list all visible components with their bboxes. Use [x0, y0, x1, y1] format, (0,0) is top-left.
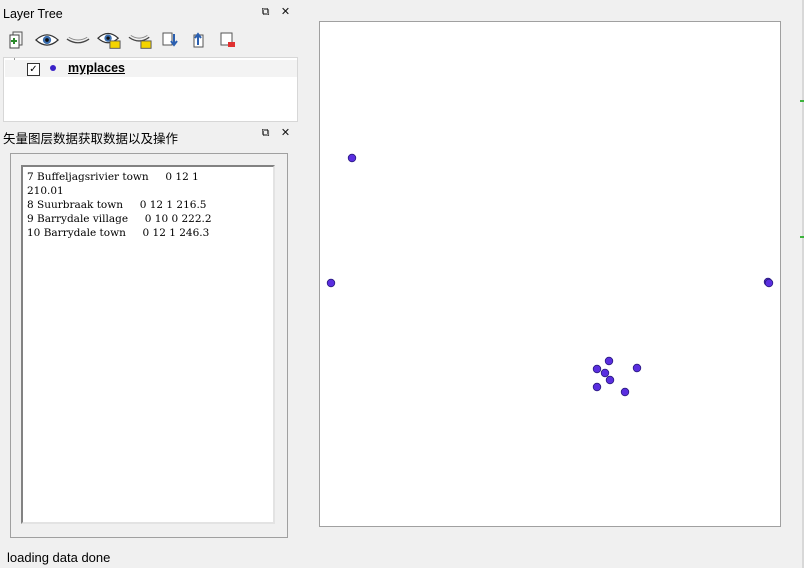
layer-tree-view[interactable]: ✓ myplaces [3, 57, 298, 122]
vector-panel-float-button[interactable]: ⧉ [259, 127, 272, 140]
map-point[interactable] [326, 278, 336, 288]
layer-tree-toolbar [6, 29, 239, 51]
map-point[interactable] [605, 375, 615, 385]
layer-tree-float-button[interactable]: ⧉ [259, 6, 272, 19]
move-layer-down-icon[interactable] [159, 29, 181, 51]
vector-panel-close-button[interactable]: ✕ [279, 127, 292, 140]
map-point[interactable] [592, 382, 602, 392]
move-layer-up-icon[interactable] [188, 29, 210, 51]
layer-item-myplaces[interactable]: ✓ myplaces [5, 60, 297, 77]
remove-layer-icon[interactable] [217, 29, 239, 51]
map-point[interactable] [604, 356, 614, 366]
show-selected-layers-icon[interactable] [97, 29, 121, 51]
map-point[interactable] [592, 364, 602, 374]
map-canvas[interactable] [319, 21, 781, 527]
add-layer-icon[interactable] [6, 29, 28, 51]
feature-data-textarea[interactable]: 7 Buffeljagsrivier town 0 12 1 210.01 8 … [21, 165, 275, 524]
edge-marker [800, 100, 804, 102]
layer-name-label[interactable]: myplaces [68, 61, 125, 75]
show-all-layers-icon[interactable] [35, 29, 59, 51]
hide-selected-layers-icon[interactable] [128, 29, 152, 51]
layer-visibility-checkbox[interactable]: ✓ [27, 63, 40, 76]
map-point[interactable] [347, 153, 357, 163]
app-window: { "layer_tree": { "title": "Layer Tree",… [0, 0, 804, 568]
map-point[interactable] [600, 368, 610, 378]
map-points [326, 153, 774, 397]
map-point[interactable] [632, 363, 642, 373]
map-point[interactable] [620, 387, 630, 397]
edge-marker [800, 236, 804, 238]
status-bar-message: loading data done [7, 550, 111, 565]
point-symbol-icon [50, 65, 56, 71]
hide-all-layers-icon[interactable] [66, 29, 90, 51]
layer-tree-title: Layer Tree [3, 7, 63, 21]
vector-panel-title: 矢量图层数据获取数据以及操作 [3, 132, 179, 146]
map-point[interactable] [764, 278, 774, 288]
layer-tree-close-button[interactable]: ✕ [279, 6, 292, 19]
